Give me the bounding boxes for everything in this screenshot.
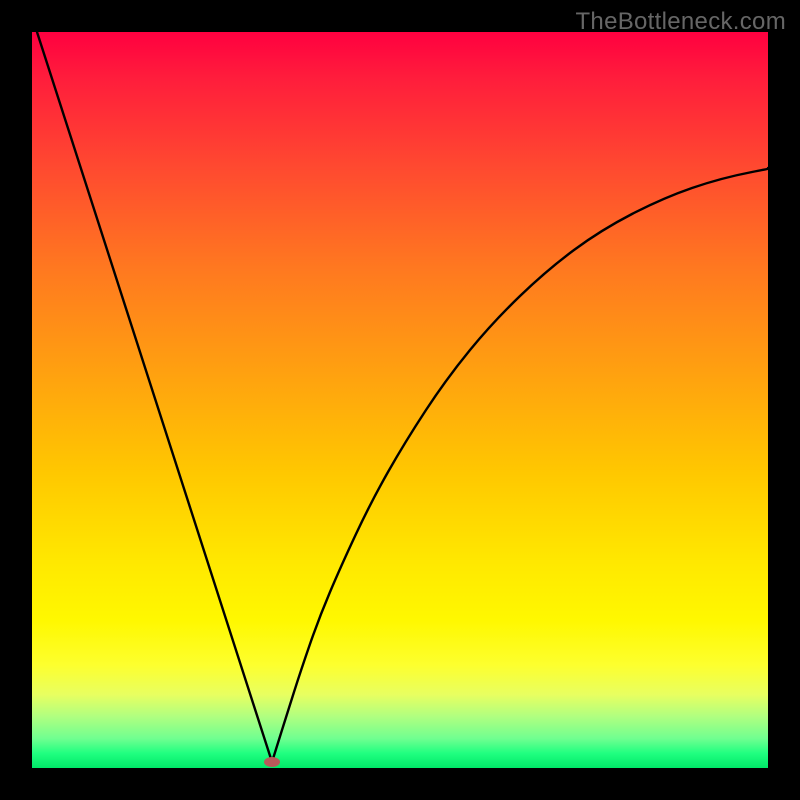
minimum-marker — [264, 757, 280, 767]
chart-frame: TheBottleneck.com — [0, 0, 800, 800]
plot-area — [32, 32, 768, 768]
curve-svg — [32, 32, 768, 768]
bottleneck-curve — [37, 32, 768, 762]
